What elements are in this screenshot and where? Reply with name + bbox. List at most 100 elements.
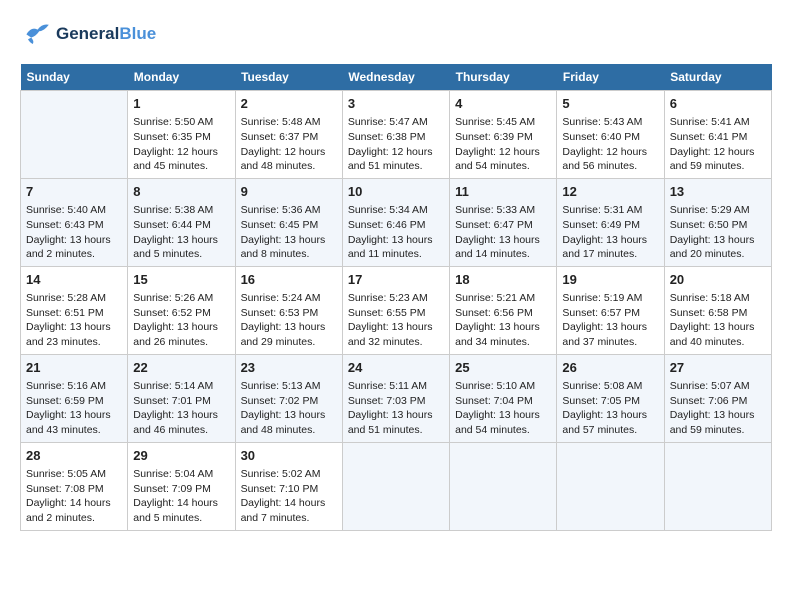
day-info: Sunrise: 5:02 AM Sunset: 7:10 PM Dayligh… bbox=[241, 467, 337, 526]
calendar-cell: 29 Sunrise: 5:04 AM Sunset: 7:09 PM Dayli… bbox=[128, 442, 235, 530]
logo: GeneralBlue bbox=[20, 20, 156, 48]
day-number: 17 bbox=[348, 271, 444, 289]
day-info: Sunrise: 5:45 AM Sunset: 6:39 PM Dayligh… bbox=[455, 115, 551, 174]
day-number: 24 bbox=[348, 359, 444, 377]
day-number: 9 bbox=[241, 183, 337, 201]
day-number: 19 bbox=[562, 271, 658, 289]
day-number: 25 bbox=[455, 359, 551, 377]
calendar-cell: 1 Sunrise: 5:50 AM Sunset: 6:35 PM Daylig… bbox=[128, 91, 235, 179]
day-info: Sunrise: 5:04 AM Sunset: 7:09 PM Dayligh… bbox=[133, 467, 229, 526]
day-number: 12 bbox=[562, 183, 658, 201]
day-number: 27 bbox=[670, 359, 766, 377]
day-number: 16 bbox=[241, 271, 337, 289]
day-info: Sunrise: 5:16 AM Sunset: 6:59 PM Dayligh… bbox=[26, 379, 122, 438]
day-number: 26 bbox=[562, 359, 658, 377]
day-number: 10 bbox=[348, 183, 444, 201]
calendar-cell: 2 Sunrise: 5:48 AM Sunset: 6:37 PM Daylig… bbox=[235, 91, 342, 179]
day-info: Sunrise: 5:38 AM Sunset: 6:44 PM Dayligh… bbox=[133, 203, 229, 262]
calendar-cell bbox=[21, 91, 128, 179]
weekday-header: Friday bbox=[557, 64, 664, 91]
day-info: Sunrise: 5:05 AM Sunset: 7:08 PM Dayligh… bbox=[26, 467, 122, 526]
weekday-header: Wednesday bbox=[342, 64, 449, 91]
day-info: Sunrise: 5:40 AM Sunset: 6:43 PM Dayligh… bbox=[26, 203, 122, 262]
day-number: 18 bbox=[455, 271, 551, 289]
calendar-table: SundayMondayTuesdayWednesdayThursdayFrid… bbox=[20, 64, 772, 531]
weekday-header: Sunday bbox=[21, 64, 128, 91]
day-info: Sunrise: 5:34 AM Sunset: 6:46 PM Dayligh… bbox=[348, 203, 444, 262]
calendar-week-row: 28 Sunrise: 5:05 AM Sunset: 7:08 PM Dayli… bbox=[21, 442, 772, 530]
day-info: Sunrise: 5:07 AM Sunset: 7:06 PM Dayligh… bbox=[670, 379, 766, 438]
day-info: Sunrise: 5:11 AM Sunset: 7:03 PM Dayligh… bbox=[348, 379, 444, 438]
day-info: Sunrise: 5:10 AM Sunset: 7:04 PM Dayligh… bbox=[455, 379, 551, 438]
day-info: Sunrise: 5:14 AM Sunset: 7:01 PM Dayligh… bbox=[133, 379, 229, 438]
day-number: 3 bbox=[348, 95, 444, 113]
day-info: Sunrise: 5:41 AM Sunset: 6:41 PM Dayligh… bbox=[670, 115, 766, 174]
calendar-cell bbox=[557, 442, 664, 530]
calendar-cell: 18Sunrise: 5:21 AM Sunset: 6:56 PM Dayli… bbox=[450, 266, 557, 354]
day-number: 20 bbox=[670, 271, 766, 289]
calendar-cell: 26Sunrise: 5:08 AM Sunset: 7:05 PM Dayli… bbox=[557, 354, 664, 442]
day-number: 15 bbox=[133, 271, 229, 289]
day-info: Sunrise: 5:33 AM Sunset: 6:47 PM Dayligh… bbox=[455, 203, 551, 262]
day-number: 21 bbox=[26, 359, 122, 377]
day-info: Sunrise: 5:18 AM Sunset: 6:58 PM Dayligh… bbox=[670, 291, 766, 350]
calendar-cell bbox=[450, 442, 557, 530]
calendar-cell: 8 Sunrise: 5:38 AM Sunset: 6:44 PM Daylig… bbox=[128, 178, 235, 266]
weekday-header: Saturday bbox=[664, 64, 771, 91]
day-info: Sunrise: 5:13 AM Sunset: 7:02 PM Dayligh… bbox=[241, 379, 337, 438]
day-info: Sunrise: 5:19 AM Sunset: 6:57 PM Dayligh… bbox=[562, 291, 658, 350]
calendar-cell: 15Sunrise: 5:26 AM Sunset: 6:52 PM Dayli… bbox=[128, 266, 235, 354]
day-info: Sunrise: 5:48 AM Sunset: 6:37 PM Dayligh… bbox=[241, 115, 337, 174]
page-header: GeneralBlue bbox=[20, 20, 772, 48]
calendar-cell: 20 Sunrise: 5:18 AM Sunset: 6:58 PM Dayli… bbox=[664, 266, 771, 354]
calendar-body: 1 Sunrise: 5:50 AM Sunset: 6:35 PM Daylig… bbox=[21, 91, 772, 531]
day-number: 1 bbox=[133, 95, 229, 113]
day-info: Sunrise: 5:23 AM Sunset: 6:55 PM Dayligh… bbox=[348, 291, 444, 350]
logo-bird-icon bbox=[20, 20, 52, 48]
calendar-cell: 28 Sunrise: 5:05 AM Sunset: 7:08 PM Dayli… bbox=[21, 442, 128, 530]
calendar-cell bbox=[664, 442, 771, 530]
day-info: Sunrise: 5:50 AM Sunset: 6:35 PM Dayligh… bbox=[133, 115, 229, 174]
day-info: Sunrise: 5:29 AM Sunset: 6:50 PM Dayligh… bbox=[670, 203, 766, 262]
weekday-header: Thursday bbox=[450, 64, 557, 91]
calendar-week-row: 14 Sunrise: 5:28 AM Sunset: 6:51 PM Dayli… bbox=[21, 266, 772, 354]
weekday-header: Tuesday bbox=[235, 64, 342, 91]
calendar-header: SundayMondayTuesdayWednesdayThursdayFrid… bbox=[21, 64, 772, 91]
day-info: Sunrise: 5:24 AM Sunset: 6:53 PM Dayligh… bbox=[241, 291, 337, 350]
calendar-week-row: 21 Sunrise: 5:16 AM Sunset: 6:59 PM Dayli… bbox=[21, 354, 772, 442]
calendar-cell: 4 Sunrise: 5:45 AM Sunset: 6:39 PM Daylig… bbox=[450, 91, 557, 179]
calendar-cell: 13 Sunrise: 5:29 AM Sunset: 6:50 PM Dayli… bbox=[664, 178, 771, 266]
day-info: Sunrise: 5:43 AM Sunset: 6:40 PM Dayligh… bbox=[562, 115, 658, 174]
calendar-cell: 6Sunrise: 5:41 AM Sunset: 6:41 PM Daylig… bbox=[664, 91, 771, 179]
calendar-cell: 3 Sunrise: 5:47 AM Sunset: 6:38 PM Daylig… bbox=[342, 91, 449, 179]
day-number: 4 bbox=[455, 95, 551, 113]
day-number: 30 bbox=[241, 447, 337, 465]
calendar-cell bbox=[342, 442, 449, 530]
day-number: 23 bbox=[241, 359, 337, 377]
day-number: 8 bbox=[133, 183, 229, 201]
day-number: 13 bbox=[670, 183, 766, 201]
calendar-cell: 23 Sunrise: 5:13 AM Sunset: 7:02 PM Dayli… bbox=[235, 354, 342, 442]
day-info: Sunrise: 5:47 AM Sunset: 6:38 PM Dayligh… bbox=[348, 115, 444, 174]
day-info: Sunrise: 5:28 AM Sunset: 6:51 PM Dayligh… bbox=[26, 291, 122, 350]
logo-text: GeneralBlue bbox=[56, 24, 156, 44]
calendar-cell: 12 Sunrise: 5:31 AM Sunset: 6:49 PM Dayli… bbox=[557, 178, 664, 266]
calendar-week-row: 7Sunrise: 5:40 AM Sunset: 6:43 PM Daylig… bbox=[21, 178, 772, 266]
day-number: 2 bbox=[241, 95, 337, 113]
weekday-header: Monday bbox=[128, 64, 235, 91]
calendar-cell: 7Sunrise: 5:40 AM Sunset: 6:43 PM Daylig… bbox=[21, 178, 128, 266]
day-info: Sunrise: 5:36 AM Sunset: 6:45 PM Dayligh… bbox=[241, 203, 337, 262]
day-number: 22 bbox=[133, 359, 229, 377]
calendar-cell: 22 Sunrise: 5:14 AM Sunset: 7:01 PM Dayli… bbox=[128, 354, 235, 442]
day-number: 28 bbox=[26, 447, 122, 465]
calendar-cell: 10 Sunrise: 5:34 AM Sunset: 6:46 PM Dayli… bbox=[342, 178, 449, 266]
calendar-cell: 24 Sunrise: 5:11 AM Sunset: 7:03 PM Dayli… bbox=[342, 354, 449, 442]
calendar-cell: 27 Sunrise: 5:07 AM Sunset: 7:06 PM Dayli… bbox=[664, 354, 771, 442]
calendar-cell: 19 Sunrise: 5:19 AM Sunset: 6:57 PM Dayli… bbox=[557, 266, 664, 354]
calendar-cell: 9 Sunrise: 5:36 AM Sunset: 6:45 PM Daylig… bbox=[235, 178, 342, 266]
day-info: Sunrise: 5:31 AM Sunset: 6:49 PM Dayligh… bbox=[562, 203, 658, 262]
calendar-week-row: 1 Sunrise: 5:50 AM Sunset: 6:35 PM Daylig… bbox=[21, 91, 772, 179]
calendar-cell: 11Sunrise: 5:33 AM Sunset: 6:47 PM Dayli… bbox=[450, 178, 557, 266]
day-number: 29 bbox=[133, 447, 229, 465]
day-number: 14 bbox=[26, 271, 122, 289]
